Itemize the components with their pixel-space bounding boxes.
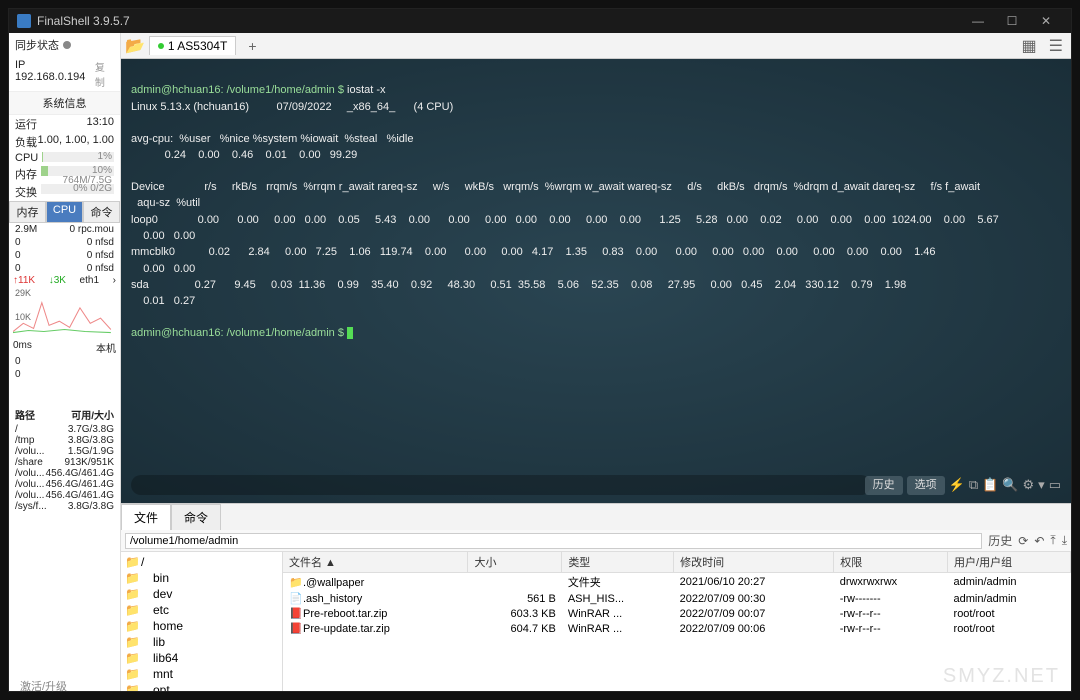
load-label: 负载 xyxy=(15,134,37,150)
paste-icon[interactable]: 📋 xyxy=(982,476,998,494)
file-row[interactable]: 📕Pre-update.tar.zip604.7 KBWinRAR ...202… xyxy=(283,621,1071,636)
proc-row: 2.9M0 rpc.mou xyxy=(9,223,120,236)
file-tab[interactable]: 文件 xyxy=(121,504,171,530)
file-col[interactable]: 类型 xyxy=(562,552,674,573)
terminal-input[interactable] xyxy=(131,475,871,495)
status-dot-icon xyxy=(158,43,164,49)
swap-bar: 0% 0/2G xyxy=(41,184,114,194)
proc-row: 00 nfsd xyxy=(9,249,120,262)
latency: 0ms xyxy=(13,340,32,355)
status-dot-icon xyxy=(63,41,71,49)
folder-tree[interactable]: ▾📁/▸📁bin▸📁dev▸📁etc▸📁home▸📁lib▸📁lib64▸📁mn… xyxy=(121,552,283,691)
tree-node[interactable]: ▸📁etc xyxy=(123,602,280,618)
net-up: ↑11K xyxy=(13,275,35,286)
activate-link[interactable]: 激活/升级 xyxy=(20,678,67,694)
file-list[interactable]: 文件名 ▲大小类型修改时间权限用户/用户组 📁.@wallpaper文件夹202… xyxy=(283,552,1071,691)
maximize-button[interactable]: ☐ xyxy=(995,14,1029,28)
cmd-tab[interactable]: 命令 xyxy=(171,504,221,530)
sidebar: 同步状态 IP 192.168.0.194复制 系统信息 运行13:10 负载1… xyxy=(9,33,121,691)
tree-node[interactable]: ▾📁/ xyxy=(123,554,280,570)
disk-row: /tmp3.8G/3.8G xyxy=(9,435,120,446)
back-icon[interactable]: ↶ xyxy=(1034,534,1044,548)
close-button[interactable]: ✕ xyxy=(1029,14,1063,28)
app-title: FinalShell 3.9.5.7 xyxy=(37,14,130,28)
fullscreen-icon[interactable]: ▭ xyxy=(1049,476,1061,494)
expand-icon[interactable]: ▾ xyxy=(1038,476,1045,494)
file-col[interactable]: 权限 xyxy=(834,552,948,573)
search-icon[interactable]: 🔍 xyxy=(1002,476,1018,494)
gear-icon[interactable]: ⚙ xyxy=(1023,476,1035,494)
file-panel: 文件 命令 历史 ⟳ ↶ ⤒ ⤓ ▾📁/▸📁bin▸📁dev▸📁etc▸📁hom… xyxy=(121,503,1071,691)
tree-node[interactable]: ▸📁mnt xyxy=(123,666,280,682)
disk-row: /volu...1.5G/1.9G xyxy=(9,446,120,457)
file-row[interactable]: 📁.@wallpaper文件夹2021/06/10 20:27drwxrwxrw… xyxy=(283,573,1071,592)
disk-row: /volu...456.4G/461.4G xyxy=(9,468,120,479)
cpu-bar: 1% xyxy=(42,152,114,162)
copy-icon[interactable]: ⧉ xyxy=(969,476,978,494)
ip-address: IP 192.168.0.194 xyxy=(15,59,95,89)
history-label[interactable]: 历史 xyxy=(988,532,1012,549)
terminal[interactable]: admin@hchuan16: /volume1/home/admin $ io… xyxy=(121,59,1071,503)
tab-bar: 📂 1 AS5304T + ▦ ☰ xyxy=(121,33,1071,59)
list-view-icon[interactable]: ☰ xyxy=(1045,34,1067,58)
tab-cmd[interactable]: 命令 xyxy=(83,201,120,223)
file-col[interactable]: 修改时间 xyxy=(674,552,834,573)
net-more-icon[interactable]: › xyxy=(113,275,116,286)
disk-row: /volu...456.4G/461.4G xyxy=(9,490,120,501)
upload-icon[interactable]: ⤒ xyxy=(1050,533,1055,548)
file-row[interactable]: 📄.ash_history561 BASH_HIS...2022/07/09 0… xyxy=(283,591,1071,606)
net-iface: eth1 xyxy=(80,275,99,286)
file-col[interactable]: 文件名 ▲ xyxy=(283,552,468,573)
tree-node[interactable]: ▸📁opt xyxy=(123,682,280,691)
mem-label: 内存 xyxy=(15,166,37,182)
minimize-button[interactable]: — xyxy=(961,14,995,28)
cpu-label: CPU xyxy=(15,152,38,164)
refresh-icon[interactable]: ⟳ xyxy=(1018,534,1028,548)
session-tab[interactable]: 1 AS5304T xyxy=(149,36,236,55)
path-input[interactable] xyxy=(125,533,982,549)
uptime-label: 运行 xyxy=(15,116,37,132)
tree-node[interactable]: ▸📁lib64 xyxy=(123,650,280,666)
file-col[interactable]: 大小 xyxy=(468,552,562,573)
disk-row: /share913K/951K xyxy=(9,457,120,468)
proc-row: 00 nfsd xyxy=(9,262,120,275)
history-button[interactable]: 历史 xyxy=(865,476,903,495)
bolt-icon[interactable]: ⚡ xyxy=(949,476,965,494)
net-chart: 29K10K xyxy=(13,288,116,338)
download-icon[interactable]: ⤓ xyxy=(1062,533,1067,548)
tab-cpu[interactable]: CPU xyxy=(46,201,83,223)
disk-row: /3.7G/3.8G xyxy=(9,424,120,435)
tree-node[interactable]: ▸📁bin xyxy=(123,570,280,586)
tree-node[interactable]: ▸📁dev xyxy=(123,586,280,602)
tree-node[interactable]: ▸📁home xyxy=(123,618,280,634)
load-value: 1.00, 1.00, 1.00 xyxy=(38,134,114,150)
proc-row: 00 nfsd xyxy=(9,236,120,249)
cursor: ▮ xyxy=(347,327,353,339)
disk-row: /volu...456.4G/461.4G xyxy=(9,479,120,490)
grid-view-icon[interactable]: ▦ xyxy=(1018,34,1041,58)
lat-chart xyxy=(13,383,116,403)
file-col[interactable]: 用户/用户组 xyxy=(948,552,1071,573)
uptime-value: 13:10 xyxy=(86,116,114,132)
open-folder-icon[interactable]: 📂 xyxy=(125,36,145,56)
disk-col-path[interactable]: 路径 xyxy=(15,407,35,422)
disk-row: /sys/f...3.8G/3.8G xyxy=(9,501,120,512)
sync-label: 同步状态 xyxy=(15,37,59,53)
sysinfo-header[interactable]: 系统信息 xyxy=(9,91,120,115)
titlebar: FinalShell 3.9.5.7 — ☐ ✕ xyxy=(9,9,1071,33)
app-icon xyxy=(17,14,31,28)
copy-button[interactable]: 复制 xyxy=(95,59,114,89)
tab-mem[interactable]: 内存 xyxy=(9,201,46,223)
latency-host: 本机 xyxy=(96,340,116,355)
disk-col-size[interactable]: 可用/大小 xyxy=(71,407,114,422)
mem-bar: 10% 764M/7.5G xyxy=(41,166,114,176)
tree-node[interactable]: ▸📁lib xyxy=(123,634,280,650)
file-row[interactable]: 📕Pre-reboot.tar.zip603.3 KBWinRAR ...202… xyxy=(283,606,1071,621)
net-down: ↓3K xyxy=(49,275,66,286)
swap-label: 交换 xyxy=(15,184,37,200)
add-tab-button[interactable]: + xyxy=(240,36,264,56)
options-button[interactable]: 选项 xyxy=(907,476,945,495)
